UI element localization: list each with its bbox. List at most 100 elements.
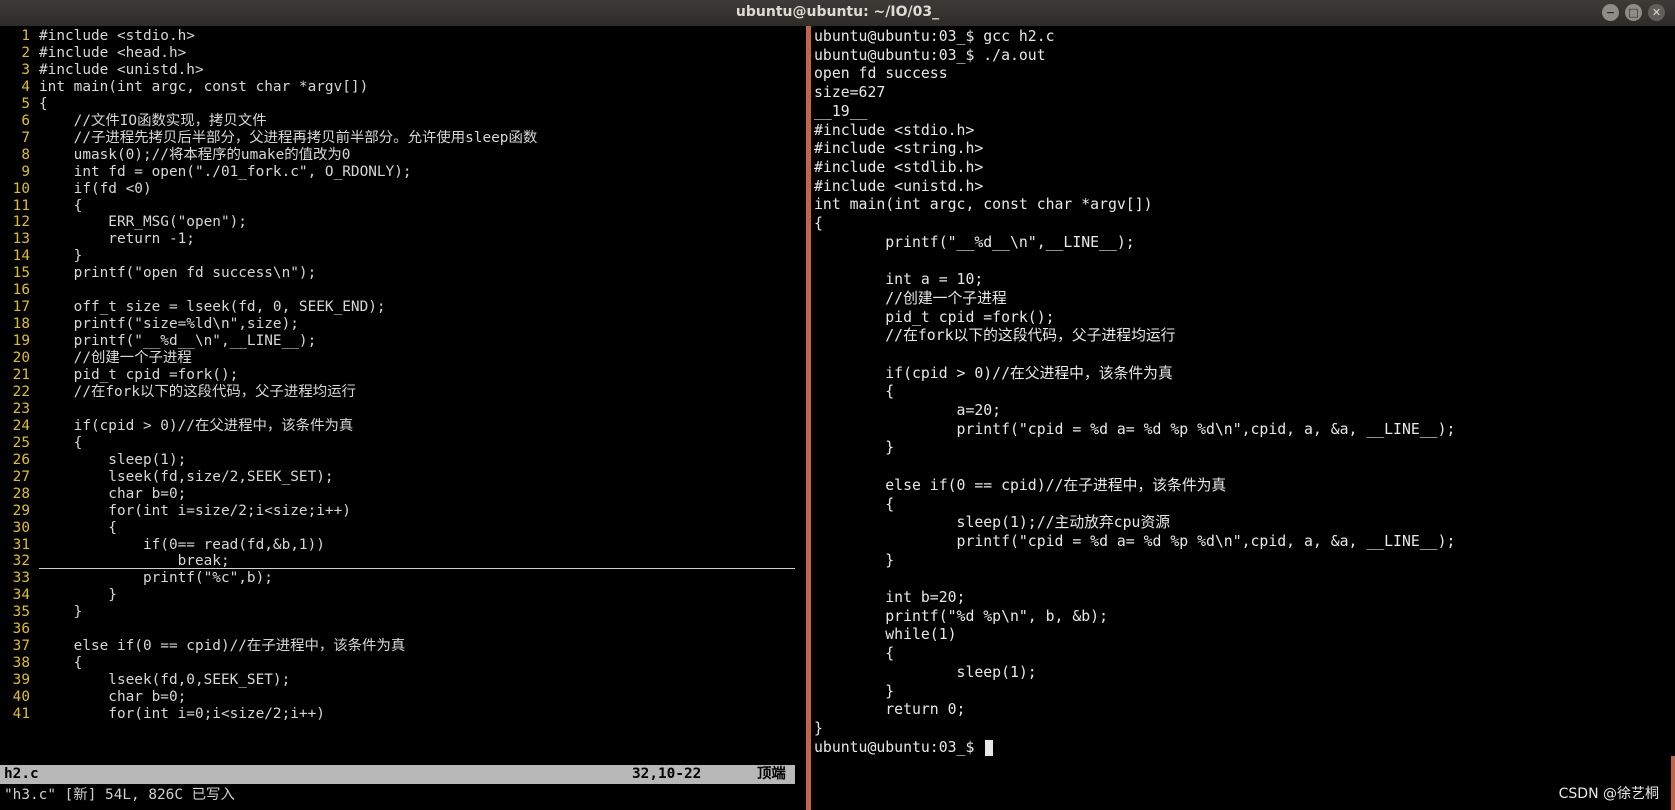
line-number: 27 — [12, 468, 30, 485]
code-text: { — [39, 197, 83, 214]
terminal-line: printf("cpid = %d a= %d %p %d\n",cpid, a… — [814, 532, 1456, 550]
terminal-line: printf("__%d__\n",__LINE__); — [814, 233, 1135, 251]
terminal-line: sleep(1);//主动放弃cpu资源 — [814, 514, 1171, 532]
terminal-prompt[interactable]: ubuntu@ubuntu:03_$ — [814, 738, 994, 758]
code-text: char b=0; — [39, 689, 187, 706]
terminal-line: else if(0 == cpid)//在子进程中，该条件为真 — [814, 476, 1227, 494]
editor-line[interactable]: 14 } — [0, 247, 83, 265]
editor-line[interactable]: 31 if(0== read(fd,&b,1)) — [0, 536, 325, 554]
terminal-line: #include <stdio.h> — [814, 121, 975, 139]
editor-line[interactable]: 17 off_t size = lseek(fd, 0, SEEK_END); — [0, 298, 386, 316]
editor-line[interactable]: 26 sleep(1); — [0, 451, 187, 469]
terminal-line: size=627 — [814, 84, 886, 102]
window-title: ubuntu@ubuntu: ~/IO/03_ — [735, 4, 940, 20]
editor-line[interactable]: 35 } — [0, 603, 83, 621]
vim-editor-pane[interactable]: h2.c 32,10-22 顶端 "h3.c" [新] 54L, 826C 已写… — [0, 26, 805, 810]
editor-line[interactable]: 19 printf("__%d__\n",__LINE__); — [0, 332, 317, 350]
editor-line[interactable]: 34 } — [0, 586, 117, 604]
line-number: 12 — [12, 214, 30, 231]
code-text: else if(0 == cpid)//在子进程中，该条件为真 — [39, 638, 406, 655]
line-number: 23 — [12, 400, 30, 417]
editor-line[interactable]: 18 printf("size=%ld\n",size); — [0, 315, 299, 333]
editor-line[interactable]: 1 #include <stdio.h> — [0, 27, 195, 45]
editor-line[interactable]: 9 int fd = open("./01_fork.c", O_RDONLY)… — [0, 163, 412, 181]
line-number: 36 — [12, 621, 30, 638]
editor-line[interactable]: 39 lseek(fd,0,SEEK_SET); — [0, 671, 291, 689]
editor-line[interactable]: 8 umask(0);//将本程序的umake的值改为0 — [0, 146, 350, 164]
status-cursor-position: 32,10-22 — [632, 766, 702, 782]
editor-line[interactable]: 22 //在fork以下的这段代码，父子进程均运行 — [0, 383, 356, 401]
line-number: 16 — [12, 282, 30, 299]
code-text: printf("open fd success\n"); — [39, 265, 317, 282]
editor-line[interactable]: 10 if(fd <0) — [0, 180, 152, 198]
terminal-line: } — [814, 439, 895, 457]
editor-line[interactable]: 37 else if(0 == cpid)//在子进程中，该条件为真 — [0, 637, 406, 655]
editor-line[interactable]: 25 { — [0, 434, 83, 452]
line-number: 31 — [12, 536, 30, 553]
line-number: 5 — [21, 95, 30, 112]
terminal-pane[interactable]: ubuntu@ubuntu:03_$ gcc h2.c ubuntu@ubuntu… — [814, 26, 1675, 810]
terminal-line: printf("cpid = %d a= %d %p %d\n",cpid, a… — [814, 420, 1456, 438]
editor-line[interactable]: 20 //创建一个子进程 — [0, 349, 192, 367]
editor-line[interactable]: 29 for(int i=size/2;i<size;i++) — [0, 502, 351, 520]
code-text: if(cpid > 0)//在父进程中，该条件为真 — [39, 417, 354, 434]
vim-command-line: "h3.c" [新] 54L, 826C 已写入 — [4, 787, 235, 803]
prompt-text: ubuntu@ubuntu:03_$ — [814, 738, 984, 756]
editor-line[interactable]: 16 — [0, 281, 39, 299]
editor-line[interactable]: 15 printf("open fd success\n"); — [0, 264, 317, 282]
terminal-cursor — [985, 739, 994, 756]
line-number: 20 — [12, 350, 30, 367]
editor-line[interactable]: 33 printf("%c",b); — [0, 569, 273, 587]
terminal-scrollbar[interactable] — [1671, 756, 1675, 810]
editor-line[interactable]: 27 lseek(fd,size/2,SEEK_SET); — [0, 468, 334, 486]
code-text: printf("%c",b); — [39, 570, 273, 587]
terminal-line: ubuntu@ubuntu:03_$ gcc h2.c — [814, 28, 1055, 45]
editor-line[interactable]: 7 //子进程先拷贝后半部分，父进程再拷贝前半部分。允许使用sleep函数 — [0, 129, 537, 147]
editor-line[interactable]: 5{ — [0, 95, 47, 113]
line-number: 34 — [12, 587, 30, 604]
window-titlebar[interactable]: ubuntu@ubuntu: ~/IO/03_ − □ ✕ — [0, 0, 1675, 27]
line-number: 28 — [12, 485, 30, 502]
pane-divider[interactable] — [806, 26, 811, 810]
editor-line[interactable]: 40 char b=0; — [0, 688, 187, 706]
cursorline-underline — [39, 568, 795, 570]
editor-line[interactable]: 2 #include <head.h> — [0, 44, 186, 62]
editor-line[interactable]: 21 pid_t cpid =fork(); — [0, 366, 239, 384]
editor-line[interactable]: 6 //文件IO函数实现，拷贝文件 — [0, 112, 266, 130]
window-controls: − □ ✕ — [1602, 4, 1665, 21]
editor-line[interactable]: 38 { — [0, 654, 83, 672]
editor-line[interactable]: 24 if(cpid > 0)//在父进程中，该条件为真 — [0, 417, 354, 435]
editor-line[interactable]: 28 char b=0; — [0, 485, 187, 503]
status-filename: h2.c — [4, 766, 39, 782]
code-text: for(int i=size/2;i<size;i++) — [39, 502, 351, 519]
editor-line[interactable]: 30 { — [0, 519, 117, 537]
line-number: 4 — [21, 78, 30, 95]
code-text: #include <stdio.h> — [39, 28, 195, 44]
line-number: 32 — [12, 553, 30, 570]
editor-line[interactable]: 23 — [0, 400, 39, 418]
line-number: 24 — [12, 417, 30, 434]
minimize-button[interactable]: − — [1602, 4, 1619, 21]
maximize-button[interactable]: □ — [1625, 4, 1642, 21]
line-number: 35 — [12, 604, 30, 621]
editor-line[interactable]: 41 for(int i=0;i<size/2;i++) — [0, 705, 325, 723]
editor-line[interactable]: 4 int main(int argc, const char *argv[]) — [0, 78, 368, 96]
line-number: 1 — [21, 28, 30, 44]
line-number: 17 — [12, 299, 30, 316]
close-button[interactable]: ✕ — [1648, 4, 1665, 21]
terminal-line: } — [814, 682, 895, 700]
terminal-line: { — [814, 383, 895, 401]
editor-line[interactable]: 36 — [0, 620, 39, 638]
code-text: int fd = open("./01_fork.c", O_RDONLY); — [39, 163, 412, 180]
code-text: printf("__%d__\n",__LINE__); — [39, 333, 317, 350]
terminal-line: return 0; — [814, 701, 966, 719]
terminal-line: int b=20; — [814, 589, 966, 606]
editor-line[interactable]: 13 return -1; — [0, 230, 195, 248]
editor-line[interactable]: 12 ERR_MSG("open"); — [0, 213, 247, 231]
editor-line[interactable]: 11 { — [0, 197, 83, 215]
terminal-line: { — [814, 645, 895, 663]
code-text: { — [39, 434, 83, 451]
editor-line[interactable]: 3 #include <unistd.h> — [0, 61, 203, 79]
code-text: for(int i=0;i<size/2;i++) — [39, 706, 325, 722]
terminal-line: #include <stdlib.h> — [814, 158, 984, 176]
